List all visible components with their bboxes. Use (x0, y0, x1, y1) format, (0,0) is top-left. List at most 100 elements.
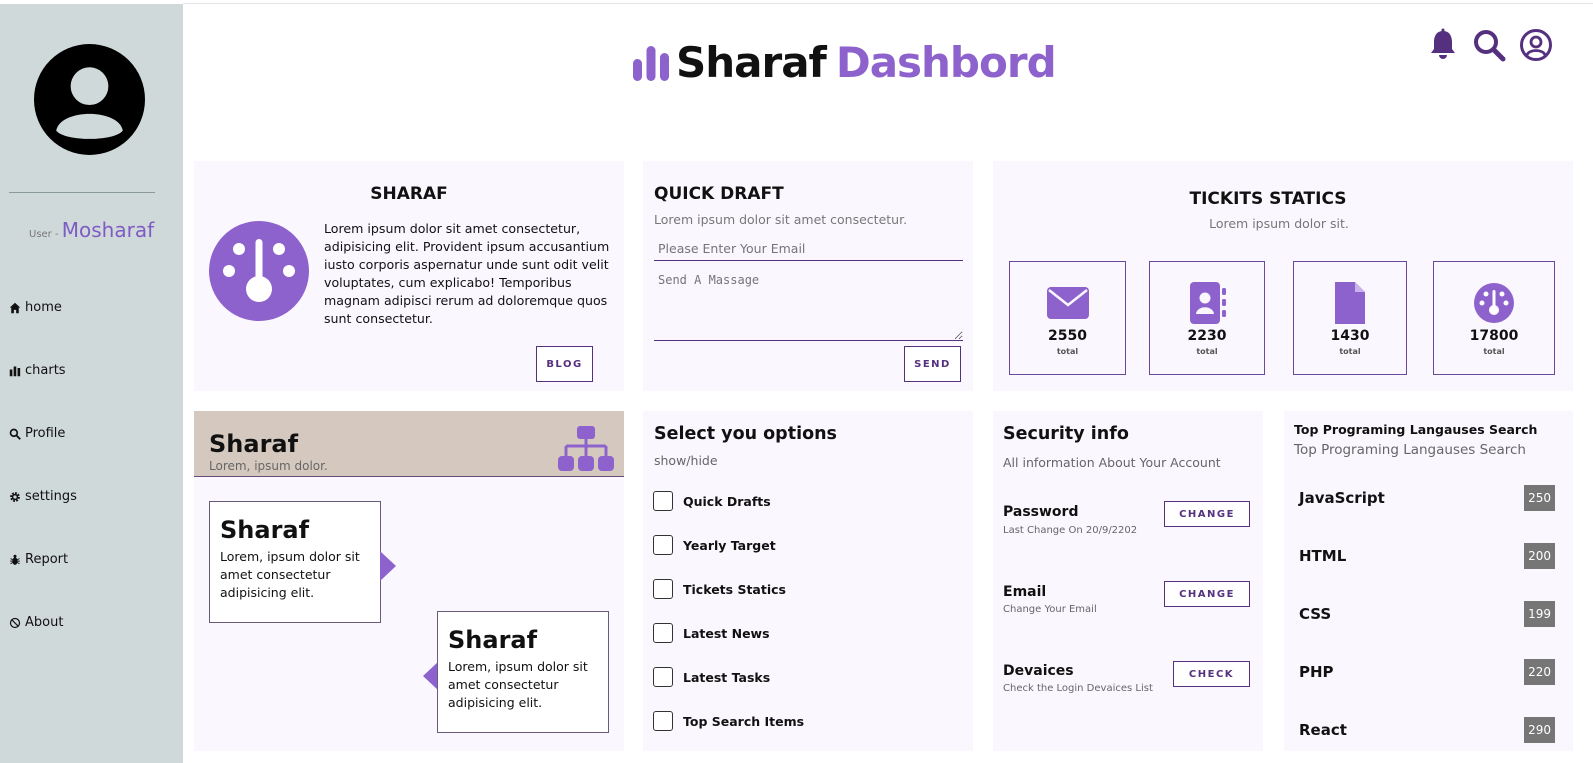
stat-label: total (1056, 347, 1079, 356)
timeline-subtitle: Lorem, ipsum dolor. (209, 459, 328, 473)
stat-box-contacts: 2230 total (1149, 261, 1265, 375)
message-field[interactable] (654, 269, 963, 341)
about-card: SHARAF Lorem ipsum dolor sit amet consec… (194, 161, 624, 391)
card-text: Lorem ipsum dolor sit amet consectetur, … (324, 221, 610, 326)
sidebar-divider (9, 192, 155, 193)
stat-box-files: 1430 total (1293, 261, 1407, 375)
file-icon (1335, 282, 1365, 324)
card-title: Top Programing Langauses Search (1294, 422, 1538, 437)
security-item-desc: Last Change On 20/9/2202 (1003, 525, 1138, 536)
stat-value: 17800 (1469, 328, 1519, 344)
gauge-icon (1474, 283, 1514, 323)
option-label: Top Search Items (683, 713, 805, 729)
checkbox[interactable] (653, 667, 673, 687)
option-label: Latest News (683, 625, 770, 641)
change-email-button[interactable]: CHANGE (1164, 581, 1250, 607)
option-yearly-target[interactable]: Yearly Target (653, 535, 776, 555)
count-badge: 250 (1524, 485, 1555, 511)
list-item: JavaScript 250 (1299, 485, 1555, 511)
card-subtitle: Lorem ipsum dolor sit amet consectetur. (654, 212, 908, 227)
sidebar-item-label: About (25, 615, 64, 630)
home-icon (9, 302, 21, 313)
option-quick-drafts[interactable]: Quick Drafts (653, 491, 771, 511)
checkbox[interactable] (653, 711, 673, 731)
card-subtitle: show/hide (654, 453, 718, 468)
envelope-icon (1046, 287, 1089, 319)
bell-icon[interactable] (1426, 28, 1460, 62)
sidebar-item-settings[interactable]: settings (9, 489, 77, 504)
checkbox[interactable] (653, 491, 673, 511)
sidebar: User - Mosharaf home charts Profile sett… (0, 4, 183, 763)
sidebar-item-label: Report (25, 552, 69, 567)
count-badge: 290 (1524, 717, 1555, 743)
stat-label: total (1339, 347, 1361, 356)
checkbox[interactable] (653, 579, 673, 599)
search-icon[interactable] (1472, 28, 1506, 62)
sitemap-icon (558, 426, 614, 471)
user-avatar-icon[interactable] (34, 44, 145, 155)
card-title: TICKITS STATICS (1189, 189, 1347, 209)
options-card: Select you options show/hide Quick Draft… (643, 411, 973, 751)
card-title: SHARAF (370, 184, 448, 204)
option-latest-news[interactable]: Latest News (653, 623, 770, 643)
security-item-desc: Change Your Email (1003, 604, 1097, 615)
lang-name: React (1299, 721, 1347, 739)
count-badge: 220 (1524, 659, 1555, 685)
user-prefix: User - (29, 229, 62, 240)
timeline-entry: Sharaf Lorem, ipsum dolor sit amet conse… (209, 501, 381, 623)
gauge-icon (209, 221, 309, 321)
stat-value: 1430 (1330, 328, 1370, 344)
card-title: QUICK DRAFT (654, 184, 784, 204)
contact-book-icon (1190, 282, 1226, 324)
tickets-statics-card: TICKITS STATICS Lorem ipsum dolor sit. 2… (993, 161, 1573, 391)
timeline-entry: Sharaf Lorem, ipsum dolor sit amet conse… (437, 611, 609, 733)
option-top-search-items[interactable]: Top Search Items (653, 711, 804, 731)
lang-name: CSS (1299, 605, 1332, 623)
stat-box-gauge: 17800 total (1433, 261, 1555, 375)
sidebar-item-label: Profile (25, 426, 66, 441)
stat-value: 2230 (1187, 328, 1227, 344)
option-label: Latest Tasks (683, 669, 771, 685)
lang-name: JavaScript (1299, 489, 1385, 507)
user-circle-icon[interactable] (1519, 28, 1553, 62)
security-item-title: Password (1003, 504, 1079, 520)
timeline-entry-title: Sharaf (220, 516, 310, 544)
stat-label: total (1196, 347, 1218, 356)
security-item-title: Email (1003, 584, 1047, 600)
option-latest-tasks[interactable]: Latest Tasks (653, 667, 770, 687)
blog-button[interactable]: BLOG (536, 346, 593, 382)
count-badge: 200 (1524, 543, 1555, 569)
sidebar-item-profile[interactable]: Profile (9, 426, 65, 441)
sidebar-item-label: settings (25, 489, 77, 504)
brand-name: Sharaf (676, 38, 827, 87)
user-name: Mosharaf (61, 218, 155, 242)
change-password-button[interactable]: CHANGE (1164, 501, 1250, 527)
checkbox[interactable] (653, 623, 673, 643)
list-item: React 290 (1299, 717, 1555, 743)
option-label: Tickets Statics (683, 581, 786, 597)
card-title: Select you options (654, 424, 837, 444)
card-subtitle: All information About Your Account (1003, 455, 1221, 470)
user-label: User - Mosharaf (29, 218, 154, 242)
option-tickets-statics[interactable]: Tickets Statics (653, 579, 786, 599)
sidebar-item-report[interactable]: Report (9, 552, 68, 567)
security-card: Security info All information About Your… (993, 411, 1263, 751)
timeline-entry-text: Lorem, ipsum dolor sit amet consectetur … (220, 549, 360, 600)
search-icon (9, 428, 21, 440)
lang-name: HTML (1299, 547, 1347, 565)
gear-icon (10, 491, 20, 502)
sidebar-item-charts[interactable]: charts (9, 363, 66, 378)
timeline-title: Sharaf (209, 430, 299, 458)
sidebar-item-about[interactable]: About (9, 615, 63, 630)
email-field[interactable] (654, 237, 963, 261)
timeline-entry-text: Lorem, ipsum dolor sit amet consectetur … (448, 659, 588, 710)
checkbox[interactable] (653, 535, 673, 555)
send-button[interactable]: SEND (904, 346, 961, 382)
security-item-desc: Check the Login Devaices List (1003, 683, 1153, 694)
sidebar-item-home[interactable]: home (9, 300, 62, 315)
brand: Sharaf Dashbord (632, 38, 1057, 87)
chart-bars-icon (633, 45, 669, 81)
stat-box-messages: 2550 total (1009, 261, 1126, 375)
list-item: PHP 220 (1299, 659, 1555, 685)
check-devices-button[interactable]: CHECK (1173, 661, 1250, 687)
